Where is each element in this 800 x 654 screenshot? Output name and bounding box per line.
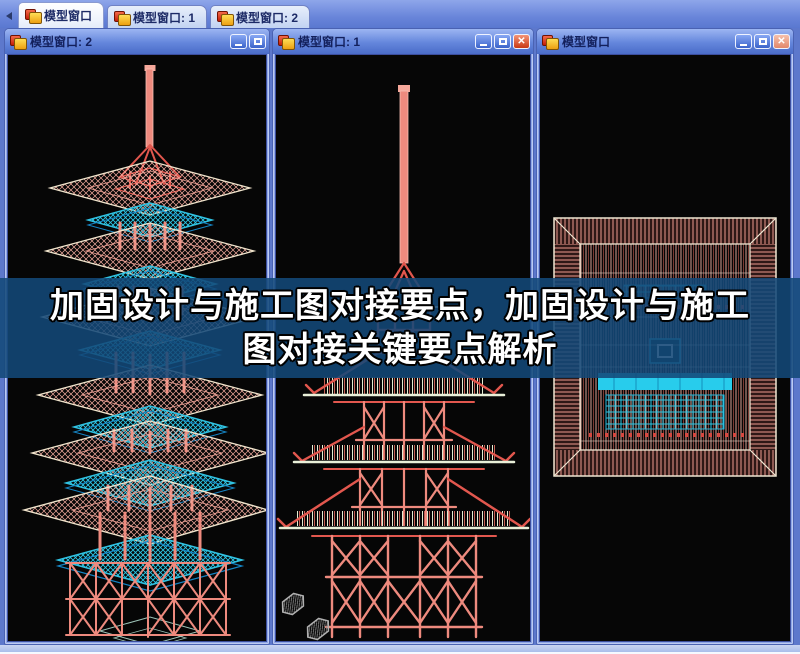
minimize-icon xyxy=(740,44,747,46)
tab-model-window-1[interactable]: 模型窗口: 1 xyxy=(107,5,207,28)
minimize-icon xyxy=(235,44,242,46)
model-window-icon xyxy=(217,11,232,24)
caption-line-2: 图对接关键要点解析 xyxy=(243,328,558,372)
minimize-icon xyxy=(480,44,487,46)
ucs-hexagon-icon xyxy=(278,590,333,642)
tab-label: 模型窗口 xyxy=(44,7,92,24)
tab-bar: 模型窗口 模型窗口: 1 模型窗口: 2 xyxy=(0,0,800,28)
tab-label: 模型窗口: 1 xyxy=(133,9,195,26)
minimize-button[interactable] xyxy=(735,34,752,49)
maximize-button[interactable] xyxy=(494,34,511,49)
close-button[interactable]: ✕ xyxy=(513,34,530,49)
window-title: 模型窗口: 1 xyxy=(298,33,470,50)
maximize-button[interactable] xyxy=(754,34,771,49)
model-window-icon xyxy=(114,11,129,24)
maximize-icon xyxy=(759,38,767,45)
tab-scroll-left-button[interactable] xyxy=(2,7,15,25)
window-titlebar[interactable]: 模型窗口 ✕ xyxy=(537,29,793,54)
maximize-icon xyxy=(499,38,507,45)
window-titlebar[interactable]: 模型窗口: 2 xyxy=(5,29,269,54)
model-window-icon xyxy=(10,35,25,48)
window-title: 模型窗口: 2 xyxy=(30,33,225,50)
window-title: 模型窗口 xyxy=(562,33,730,50)
close-button[interactable]: ✕ xyxy=(773,34,790,49)
chevron-left-icon xyxy=(6,12,12,20)
close-icon: ✕ xyxy=(777,37,785,47)
close-icon: ✕ xyxy=(517,37,525,47)
model-window-icon xyxy=(25,9,40,22)
window-titlebar[interactable]: 模型窗口: 1 ✕ xyxy=(273,29,533,54)
model-window-icon xyxy=(278,35,293,48)
tab-model-window[interactable]: 模型窗口 xyxy=(18,2,104,28)
caption-line-1: 加固设计与施工图对接要点，加固设计与施工 xyxy=(50,284,750,328)
maximize-icon xyxy=(254,38,262,45)
maximize-button[interactable] xyxy=(249,34,266,49)
mdi-bottom-strip xyxy=(0,645,800,654)
minimize-button[interactable] xyxy=(475,34,492,49)
model-window-icon xyxy=(542,35,557,48)
minimize-button[interactable] xyxy=(230,34,247,49)
application-window: 模型窗口 模型窗口: 1 模型窗口: 2 模型窗口: 2 xyxy=(0,0,800,654)
caption-overlay: 加固设计与施工图对接要点，加固设计与施工 图对接关键要点解析 xyxy=(0,278,800,378)
tab-model-window-2[interactable]: 模型窗口: 2 xyxy=(210,5,310,28)
tab-label: 模型窗口: 2 xyxy=(236,9,298,26)
